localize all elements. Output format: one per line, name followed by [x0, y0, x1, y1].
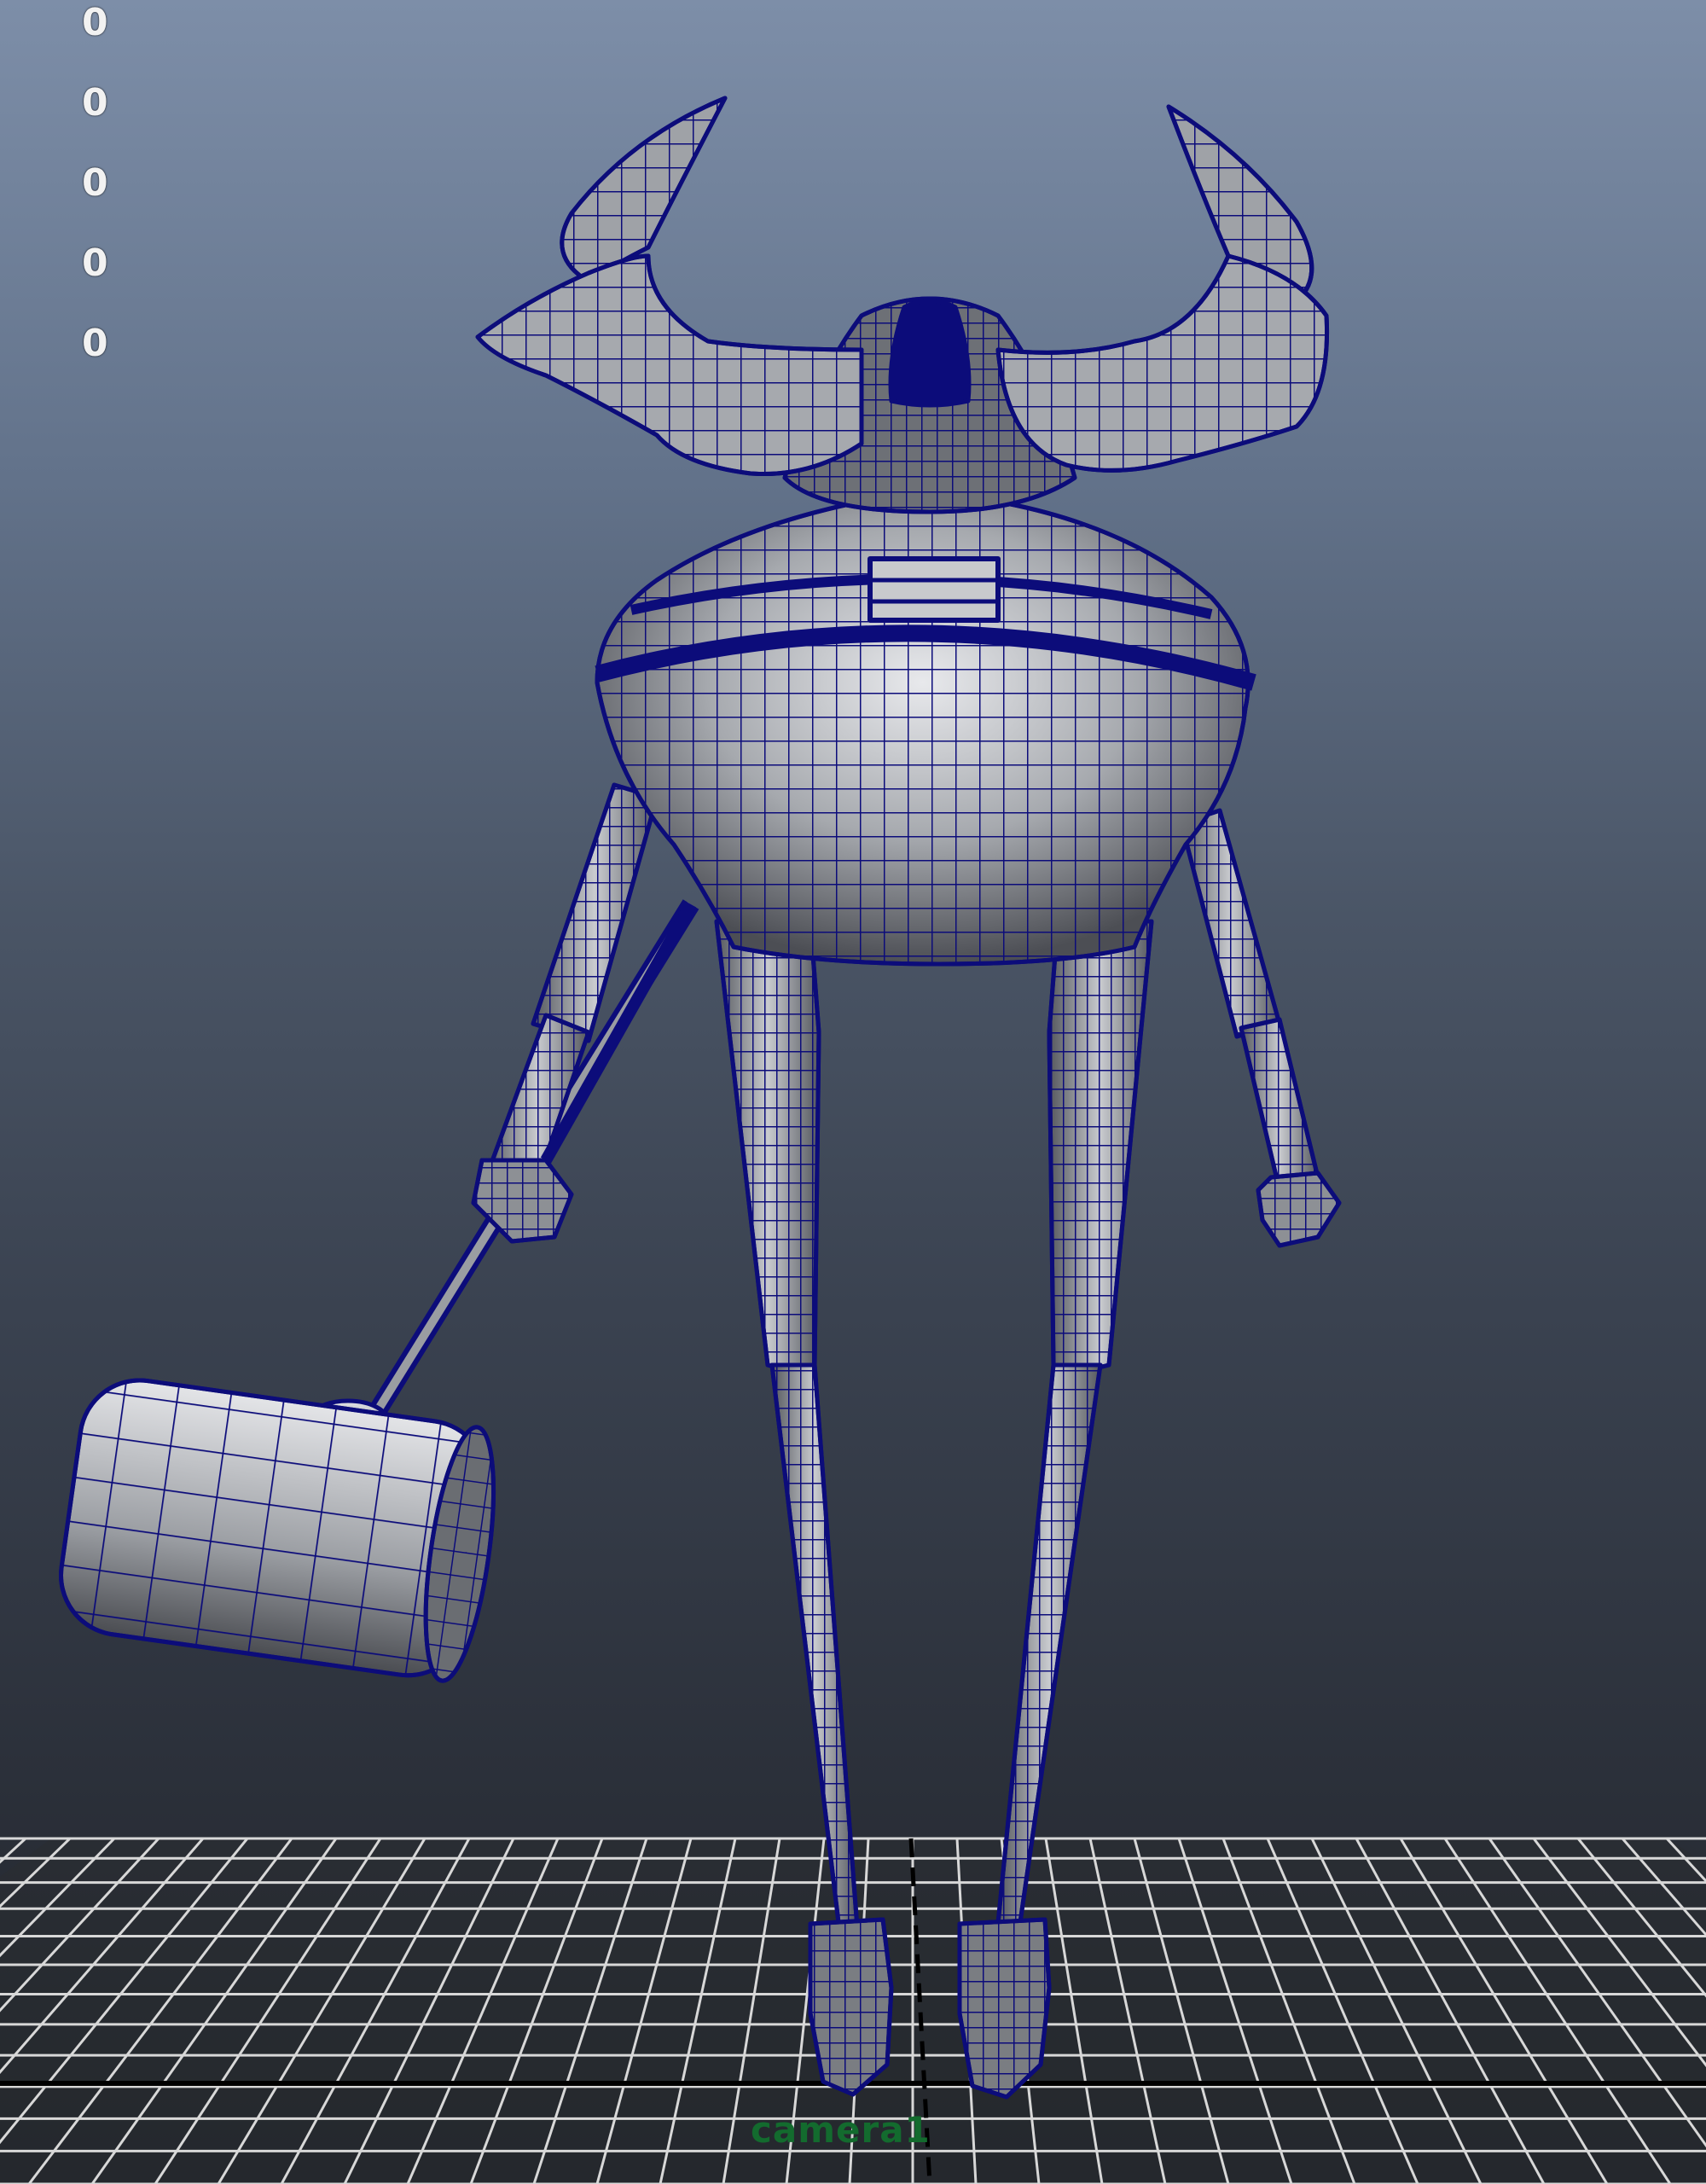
- character-model[interactable]: [53, 96, 1342, 2100]
- hud-value: 0: [82, 1, 108, 44]
- camera-name-label: camera1: [751, 2109, 931, 2151]
- hammer-head: [59, 1378, 496, 1683]
- right-arm: [1179, 808, 1342, 1248]
- legs-icon: [714, 919, 1154, 1939]
- hud-value: 0: [82, 322, 108, 365]
- viewport-scene[interactable]: [0, 0, 1706, 2184]
- maya-viewport[interactable]: 0 0 0 0 0 camera1: [0, 0, 1706, 2184]
- hud-value: 0: [82, 241, 108, 285]
- chest-panel: [868, 556, 1001, 623]
- hud-value: 0: [82, 81, 108, 125]
- hud-readout: 0 0 0 0 0: [82, 0, 116, 384]
- left-arm: [471, 782, 697, 1244]
- hud-value: 0: [82, 161, 108, 205]
- body-icon: [595, 492, 1256, 967]
